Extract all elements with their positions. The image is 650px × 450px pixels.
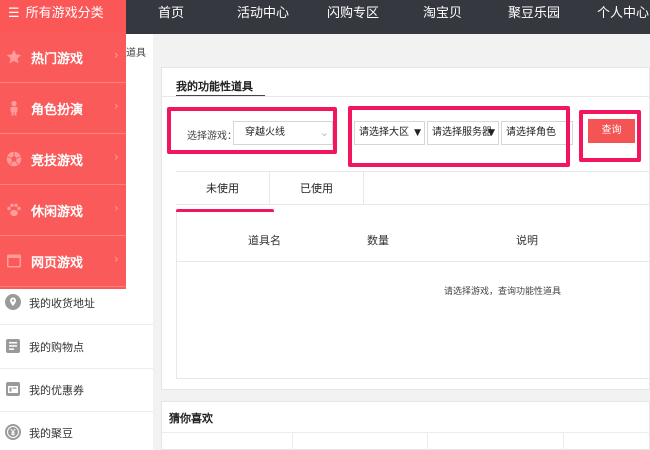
- chevron-right-icon: ›: [114, 150, 119, 164]
- game-category-menu: 热门游戏 › 角色扮演 › 竞技游戏 › 休闲游戏 › 网页游戏 ›: [0, 32, 126, 289]
- sidebar-item-coupons[interactable]: 我的优惠券: [0, 369, 153, 412]
- tab-used[interactable]: 已使用: [270, 172, 364, 205]
- recommendations-title: 猜你喜欢: [169, 412, 213, 425]
- all-games-category-button[interactable]: ☰ 所有游戏分类: [0, 0, 126, 32]
- chevron-right-icon: ›: [114, 201, 119, 215]
- location-pin-icon: [5, 294, 21, 310]
- nav-taobaobei[interactable]: 淘宝贝: [423, 0, 462, 30]
- recommendations-panel: [161, 401, 650, 450]
- recommendations-column-divider: [292, 433, 293, 450]
- nav-home[interactable]: 首页: [158, 0, 184, 30]
- person-icon: [10, 100, 18, 116]
- yen-coin-icon: [5, 424, 21, 440]
- category-item-rpg[interactable]: 角色扮演 ›: [0, 83, 126, 134]
- sidebar-item-label: 我的收货地址: [29, 297, 95, 310]
- title-underline: [176, 95, 265, 96]
- chevron-right-icon: ›: [114, 48, 119, 62]
- paw-icon: [7, 203, 21, 217]
- category-title: 所有游戏分类: [25, 6, 104, 21]
- sidebar-item-points[interactable]: 我的购物点: [0, 326, 153, 369]
- column-header-description: 说明: [516, 234, 538, 247]
- nav-judou-park[interactable]: 聚豆乐园: [508, 0, 560, 30]
- category-item-web[interactable]: 网页游戏 ›: [0, 236, 126, 287]
- nav-activity-center[interactable]: 活动中心: [237, 0, 289, 30]
- category-label: 热门游戏: [31, 52, 84, 67]
- sidebar-item-label: 我的优惠券: [29, 384, 84, 397]
- menu-icon: ☰: [8, 6, 20, 21]
- highlight-box-game: [167, 107, 337, 154]
- recommendations-column-divider: [427, 433, 428, 450]
- receipt-icon: [6, 339, 20, 353]
- chevron-right-icon: ›: [114, 252, 119, 266]
- nav-personal-center[interactable]: 个人中心: [597, 0, 650, 30]
- table-header-divider: [176, 261, 650, 262]
- star-icon: [6, 49, 22, 64]
- empty-state-message: 请选择游戏，查询功能性道具: [444, 287, 562, 297]
- highlight-box-query: [579, 110, 641, 162]
- category-item-hot[interactable]: 热门游戏 ›: [0, 32, 126, 83]
- category-label: 角色扮演: [31, 103, 84, 118]
- column-header-quantity: 数量: [367, 234, 389, 247]
- category-item-competitive[interactable]: 竞技游戏 ›: [0, 134, 126, 185]
- sidebar-item-label: 我的聚豆: [29, 427, 73, 440]
- recommendations-divider: [162, 432, 650, 433]
- category-label: 休闲游戏: [31, 205, 84, 220]
- sidebar-item-label: 我的购物点: [29, 341, 84, 354]
- column-header-item-name: 道具名: [248, 234, 281, 247]
- category-item-casual[interactable]: 休闲游戏 ›: [0, 185, 126, 236]
- item-status-tabs: 未使用 已使用: [176, 171, 650, 205]
- category-label: 网页游戏: [31, 256, 84, 271]
- tab-unused[interactable]: 未使用: [176, 172, 270, 205]
- coupon-icon: [6, 382, 20, 396]
- soccer-ball-icon: [6, 151, 22, 167]
- highlight-box-server-role: [348, 106, 570, 167]
- breadcrumb: 道具: [126, 48, 146, 59]
- title-divider: [162, 96, 650, 97]
- sidebar-item-judou[interactable]: 我的聚豆: [0, 412, 153, 450]
- chevron-right-icon: ›: [114, 99, 119, 113]
- category-label: 竞技游戏: [31, 154, 84, 169]
- page-title: 我的功能性道具: [176, 80, 253, 93]
- recommendations-column-divider: [563, 433, 564, 450]
- nav-personal-center-label: 个人中心: [597, 6, 650, 21]
- nav-flash-sale[interactable]: 闪购专区: [327, 0, 379, 30]
- browser-window-icon: [7, 254, 21, 268]
